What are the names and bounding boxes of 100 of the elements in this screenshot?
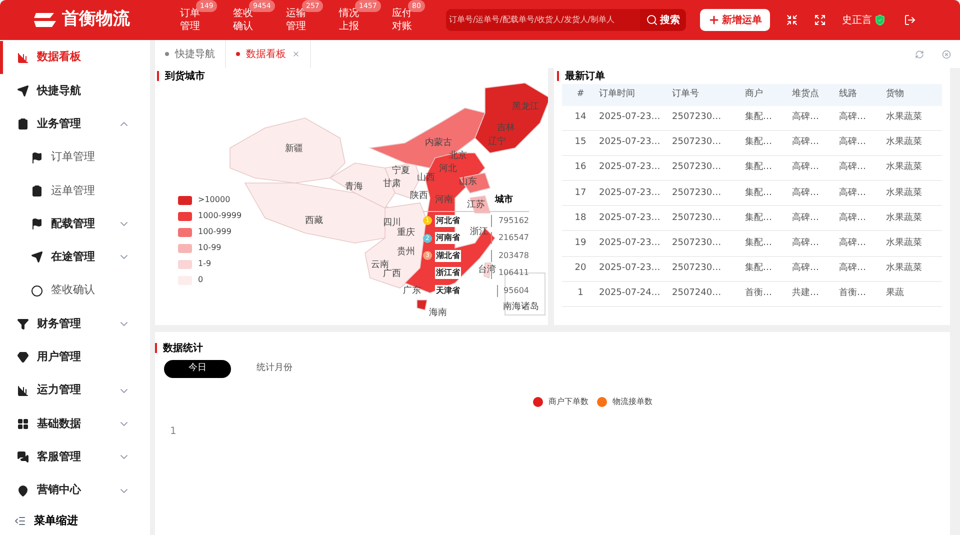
pin-icon xyxy=(17,484,29,496)
city-name: 河南省 xyxy=(435,232,461,244)
shrink-icon[interactable] xyxy=(786,14,798,26)
search-field[interactable]: 订单号/运单号/配载单号/收货人/发货人/制单人 搜索 xyxy=(446,9,686,31)
sidebar-item[interactable]: 订单管理 xyxy=(0,140,150,174)
legend-label: 1000-9999 xyxy=(198,210,242,222)
clipboard-icon xyxy=(17,118,29,130)
table-cell-text: 首衡… xyxy=(839,286,867,300)
gem-icon xyxy=(17,351,29,364)
table-cell-text: 共建… xyxy=(792,286,820,300)
table-cell-text: 水果蔬菜 xyxy=(886,136,922,150)
new-waybill-button[interactable]: 新增运单 xyxy=(700,9,770,31)
table-cell-text: 水果蔬菜 xyxy=(886,236,922,250)
table-cell-text: 15 xyxy=(574,136,588,150)
legend-swatch[interactable] xyxy=(178,212,192,220)
funnel-icon xyxy=(17,318,29,330)
region-label: 广东 xyxy=(403,287,421,296)
region-label: 黑龙江 xyxy=(512,103,539,112)
table-cell-text: 2507230… xyxy=(672,111,722,124)
table-cell-text: 2507240… xyxy=(672,286,722,300)
sidebar-item[interactable]: 财务管理 xyxy=(0,307,150,341)
legend-label: 10-99 xyxy=(198,242,222,254)
region-label: 西藏 xyxy=(305,217,323,226)
table-cell-text: 高碑… xyxy=(839,136,867,150)
user-name[interactable]: 史正言 xyxy=(842,12,872,28)
table-cell-text: 2025-07-23… xyxy=(599,136,662,150)
legend-swatch[interactable] xyxy=(178,196,192,204)
sidebar-item[interactable]: 配载管理 xyxy=(0,207,150,241)
column-header: 订单时间 xyxy=(599,88,636,102)
expand-icon[interactable] xyxy=(814,14,826,26)
region-label: 辽宁 xyxy=(488,138,506,147)
table-cell-text: 高碑… xyxy=(792,186,820,200)
logo-icon xyxy=(32,10,58,30)
sidebar-item[interactable]: 客服管理 xyxy=(0,440,150,474)
table-cell-text: 2025-07-24… xyxy=(599,286,662,300)
segment-tab[interactable]: 统计月份 xyxy=(241,360,308,378)
table-cell-text: 高碑… xyxy=(839,236,867,250)
column-header: # xyxy=(576,88,586,102)
city-value: 95604 xyxy=(496,284,529,297)
panel-title: 最新订单 xyxy=(565,69,605,84)
table-cell-text: 高碑… xyxy=(839,111,867,124)
search-button[interactable]: 搜索 xyxy=(640,9,686,31)
sidebar-item[interactable]: 营销中心 xyxy=(0,474,150,508)
close-circle-icon[interactable] xyxy=(942,50,951,58)
sidebar-item[interactable]: 业务管理 xyxy=(0,108,150,141)
sidebar-item[interactable]: 用户管理 xyxy=(0,340,150,374)
legend-label: 1-9 xyxy=(198,258,212,270)
legend-swatch[interactable] xyxy=(178,228,192,236)
region-label: 重庆 xyxy=(397,229,415,238)
table-cell-text: 水果蔬菜 xyxy=(886,212,922,225)
city-name: 河北省 xyxy=(435,214,461,227)
region-label: 甘肃 xyxy=(383,180,401,189)
legend-label: 0 xyxy=(198,274,204,286)
legend-label: 100-999 xyxy=(198,226,232,238)
indent-icon xyxy=(14,515,26,528)
segment-tab[interactable]: 今日 xyxy=(164,360,231,378)
sidebar-item[interactable]: 运力管理 xyxy=(0,374,150,408)
collapse-menu-link[interactable]: 菜单缩进 xyxy=(34,512,78,530)
column-header: 货物 xyxy=(886,88,904,102)
table-cell-text: 高碑… xyxy=(839,212,867,225)
sidebar-item[interactable]: 基础数据 xyxy=(0,407,150,441)
table-cell-text: 2025-07-23… xyxy=(599,111,662,124)
sidebar-item[interactable]: 在途管理 xyxy=(0,240,150,274)
table-cell-text: 高碑… xyxy=(839,186,867,200)
region-label: 南海诸岛 xyxy=(503,303,539,312)
table-cell-text: 18 xyxy=(574,212,588,225)
refresh-icon[interactable] xyxy=(915,50,924,58)
legend-swatch[interactable] xyxy=(178,244,192,252)
region-label: 山东 xyxy=(459,178,477,187)
region-label: 陕西 xyxy=(410,192,428,201)
table-cell-text: 高碑… xyxy=(839,161,867,174)
table-cell-text: 高碑… xyxy=(792,111,820,124)
panel-title: 数据统计 xyxy=(163,342,203,356)
sidebar-item[interactable]: 签收确认 xyxy=(0,274,150,308)
paper-plane-icon xyxy=(17,84,29,97)
ranking-header: 城市 xyxy=(495,195,513,205)
table-cell-text: 果蔬 xyxy=(886,286,904,300)
table-cell-text: 高碑… xyxy=(792,212,820,225)
close-icon[interactable] xyxy=(292,50,300,58)
region-label: 贵州 xyxy=(397,248,415,257)
table-cell-text: 2507230… xyxy=(672,212,722,225)
sidebar-item[interactable]: 运单管理 xyxy=(0,174,150,208)
panel-title: 到货城市 xyxy=(165,69,205,84)
city-name: 湖北省 xyxy=(435,250,461,262)
region-label: 江苏 xyxy=(467,201,485,210)
flag-icon xyxy=(31,152,43,164)
city-value: 203478 xyxy=(491,250,529,262)
column-header: 线路 xyxy=(839,88,858,102)
region-label: 内蒙古 xyxy=(425,139,452,148)
table-cell-text: 集配… xyxy=(745,212,773,225)
region-label: 海南 xyxy=(429,309,447,318)
region-label: 青海 xyxy=(345,183,363,192)
table-cell-text: 水果蔬菜 xyxy=(886,262,922,275)
region-label: 吉林 xyxy=(497,124,515,133)
logout-icon[interactable] xyxy=(904,14,916,26)
table-cell-text: 高碑… xyxy=(792,262,820,275)
legend-swatch[interactable] xyxy=(178,260,192,268)
sidebar-item[interactable]: 快捷导航 xyxy=(0,74,150,108)
table-cell-text: 2507230… xyxy=(672,186,722,200)
table-cell-text: 集配… xyxy=(745,262,773,275)
